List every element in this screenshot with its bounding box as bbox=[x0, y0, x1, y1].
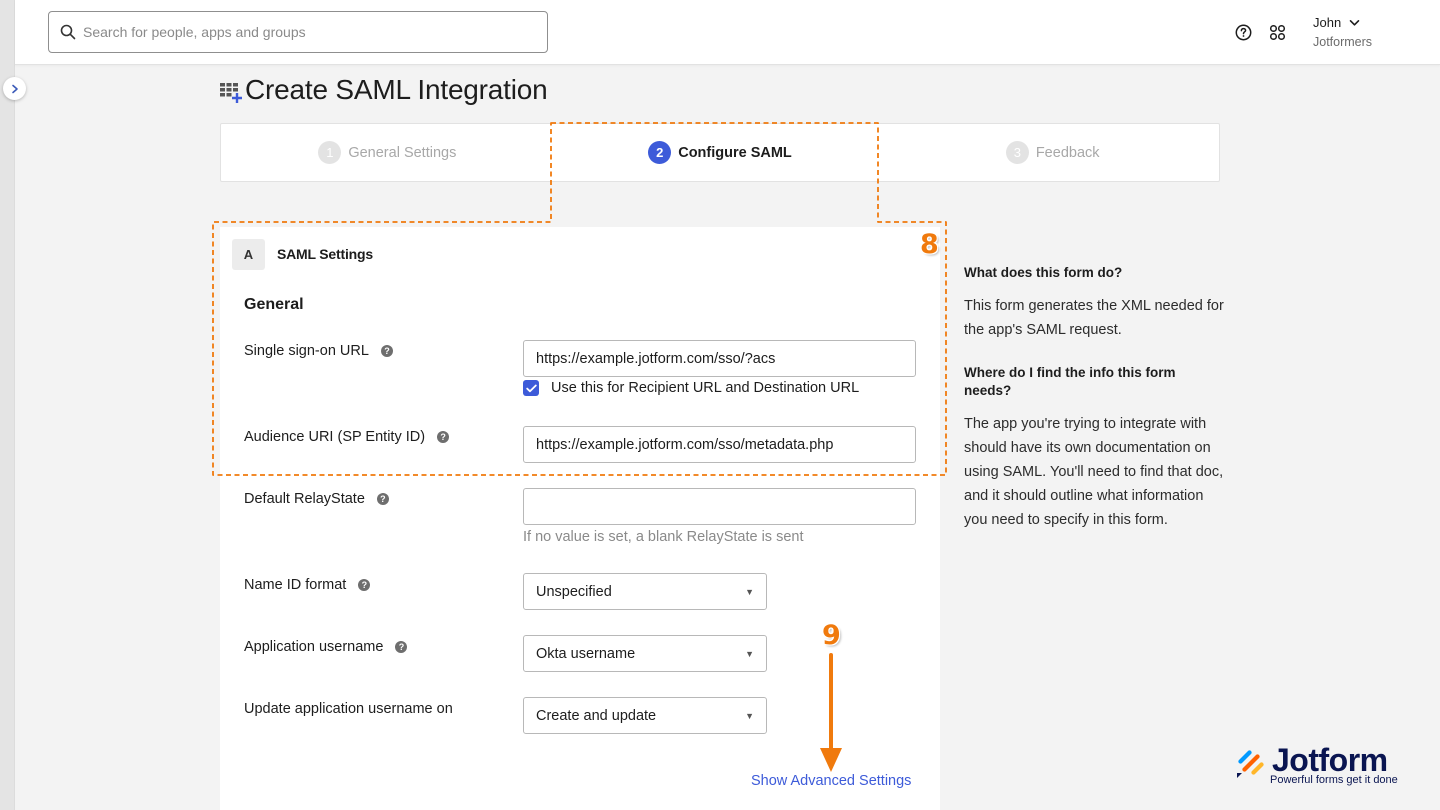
help-icon[interactable]: ? bbox=[437, 431, 450, 443]
logo-wordmark: Jotform bbox=[1272, 742, 1388, 778]
saml-settings-card: A SAML Settings General Single sign-on U… bbox=[220, 227, 940, 810]
search-icon bbox=[59, 23, 77, 41]
top-bar: John Jotformers bbox=[15, 0, 1440, 65]
search-input[interactable] bbox=[83, 24, 523, 40]
page-header: Create SAML Integration bbox=[219, 74, 548, 106]
jotform-logo-icon bbox=[1237, 750, 1264, 778]
sso-url-input[interactable] bbox=[523, 340, 916, 377]
step-general-settings[interactable]: 1 General Settings bbox=[221, 124, 554, 181]
relay-state-hint: If no value is set, a blank RelayState i… bbox=[523, 529, 804, 545]
jotform-logo: Jotform Powerful forms get it done bbox=[1234, 742, 1398, 786]
update-username-label-text: Update application username on bbox=[244, 701, 453, 717]
step-label: Configure SAML bbox=[678, 144, 792, 161]
user-menu[interactable]: John Jotformers bbox=[1313, 15, 1372, 49]
app-username-select[interactable]: Okta username ▼ bbox=[523, 635, 767, 672]
chevron-down-icon bbox=[1349, 19, 1360, 26]
logo-tagline: Powerful forms get it done bbox=[1270, 774, 1398, 786]
help-icon[interactable]: ? bbox=[395, 641, 408, 653]
name-id-format-label: Name ID format ? bbox=[244, 577, 371, 593]
section-title: SAML Settings bbox=[277, 246, 373, 262]
table-add-icon bbox=[220, 83, 242, 103]
step-feedback[interactable]: 3 Feedback bbox=[886, 124, 1219, 181]
step-label: Feedback bbox=[1035, 144, 1100, 161]
recipient-url-checkbox-label: Use this for Recipient URL and Destinati… bbox=[551, 380, 860, 396]
sso-url-label-text: Single sign-on URL bbox=[244, 343, 369, 359]
app-username-label: Application username ? bbox=[244, 639, 408, 655]
step-number: 1 bbox=[318, 141, 342, 164]
name-id-format-select[interactable]: Unspecified ▼ bbox=[523, 573, 767, 610]
section-badge: A bbox=[232, 239, 265, 270]
help-question-1: What does this form do? bbox=[964, 265, 1123, 280]
select-value: Unspecified bbox=[536, 583, 612, 600]
help-icon[interactable]: ? bbox=[376, 493, 389, 505]
relay-state-input[interactable] bbox=[523, 488, 916, 525]
user-org: Jotformers bbox=[1313, 35, 1373, 49]
audience-uri-label-text: Audience URI (SP Entity ID) bbox=[244, 429, 426, 445]
help-icon[interactable]: ? bbox=[380, 345, 393, 357]
caret-down-icon: ▼ bbox=[745, 710, 754, 721]
step-number: 3 bbox=[1005, 141, 1029, 164]
step-number: 2 bbox=[648, 141, 672, 164]
search-box[interactable] bbox=[48, 11, 548, 53]
caret-down-icon: ▼ bbox=[745, 586, 754, 597]
select-value: Create and update bbox=[536, 707, 657, 724]
help-question-2: Where do I find the info this form needs… bbox=[964, 365, 1176, 398]
annotation-badge-9: 9 bbox=[822, 620, 841, 651]
user-name: John bbox=[1313, 15, 1342, 30]
help-answer-2: The app you're trying to integrate with … bbox=[964, 416, 1224, 528]
help-icon[interactable]: ? bbox=[358, 579, 371, 591]
annotation-badge-8: 8 bbox=[920, 229, 939, 260]
help-panel: What does this form do? This form genera… bbox=[964, 264, 1224, 532]
apps-grid-icon[interactable] bbox=[1267, 22, 1287, 42]
page-title: Create SAML Integration bbox=[245, 74, 548, 105]
update-username-label: Update application username on bbox=[244, 701, 453, 717]
audience-uri-label: Audience URI (SP Entity ID) ? bbox=[244, 429, 450, 445]
chevron-right-icon bbox=[11, 84, 18, 93]
step-label: General Settings bbox=[348, 144, 457, 161]
left-rail bbox=[0, 0, 15, 810]
wizard-stepper: 1 General Settings 2 Configure SAML 3 Fe… bbox=[220, 123, 1220, 182]
name-id-format-label-text: Name ID format bbox=[244, 577, 347, 593]
recipient-url-checkbox-row: Use this for Recipient URL and Destinati… bbox=[523, 380, 859, 396]
show-advanced-settings-link[interactable]: Show Advanced Settings bbox=[751, 773, 911, 789]
update-username-select[interactable]: Create and update ▼ bbox=[523, 697, 767, 734]
recipient-url-checkbox[interactable] bbox=[523, 380, 539, 396]
caret-down-icon: ▼ bbox=[745, 648, 754, 659]
help-answer-1: This form generates the XML needed for t… bbox=[964, 298, 1224, 338]
audience-uri-input[interactable] bbox=[523, 426, 916, 463]
relay-state-label-text: Default RelayState bbox=[244, 491, 365, 507]
sidebar-expand-button[interactable] bbox=[3, 77, 26, 100]
step-configure-saml[interactable]: 2 Configure SAML bbox=[554, 124, 887, 181]
help-circle-icon[interactable] bbox=[1233, 22, 1253, 42]
section-subtitle: General bbox=[244, 296, 304, 313]
select-value: Okta username bbox=[536, 645, 636, 662]
sso-url-label: Single sign-on URL ? bbox=[244, 343, 393, 359]
app-username-label-text: Application username bbox=[244, 639, 384, 655]
relay-state-label: Default RelayState ? bbox=[244, 491, 389, 507]
checkmark-icon bbox=[525, 384, 537, 392]
